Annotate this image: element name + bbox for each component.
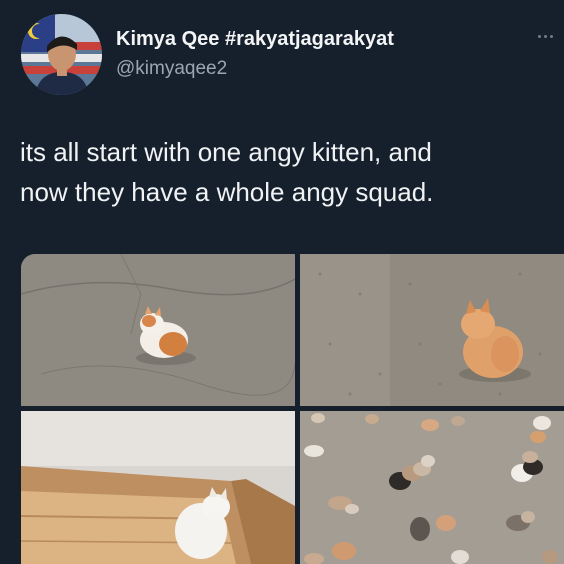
display-name[interactable]: Kimya Qee #rakyatjagarakyat	[116, 28, 394, 51]
media-photo-2[interactable]	[300, 254, 564, 406]
media-grid	[21, 254, 564, 564]
media-photo-3[interactable]	[21, 411, 295, 564]
user-handle[interactable]: @kimyaqee2	[116, 58, 227, 80]
tweet-text: its all start with one angy kitten, and …	[20, 132, 550, 212]
tweet-text-line-1: its all start with one angy kitten, and	[20, 137, 432, 167]
more-dots-icon[interactable]	[538, 28, 560, 44]
avatar-image	[21, 14, 102, 95]
tweet-text-line-2: now they have a whole angy squad.	[20, 177, 434, 207]
media-photo-4[interactable]	[300, 411, 564, 564]
media-photo-1[interactable]	[21, 254, 295, 406]
tweet-card: Kimya Qee #rakyatjagarakyat @kimyaqee2 i…	[0, 0, 564, 564]
avatar[interactable]	[21, 14, 102, 95]
